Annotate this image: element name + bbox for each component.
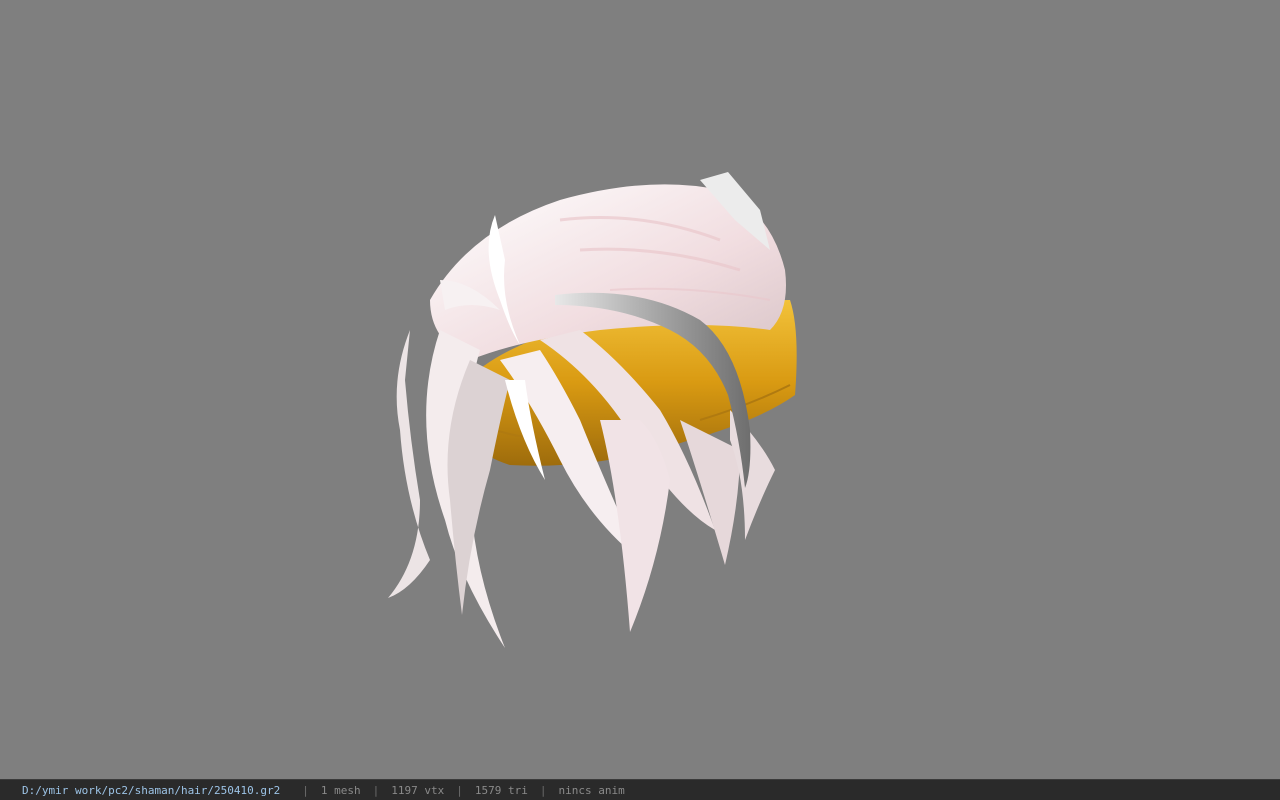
status-bar: D:/ymir work/pc2/shaman/hair/250410.gr2 … bbox=[0, 779, 1280, 800]
separator: | bbox=[302, 783, 309, 797]
3d-viewport[interactable] bbox=[0, 0, 1280, 779]
separator: | bbox=[539, 783, 547, 797]
hair-model-render bbox=[388, 172, 797, 648]
vertex-count: 1197 vtx bbox=[391, 783, 445, 797]
file-path: D:/ymir work/pc2/shaman/hair/250410.gr2 bbox=[22, 783, 281, 797]
animation-status: nincs anim bbox=[558, 783, 625, 797]
triangle-count: 1579 tri bbox=[474, 783, 528, 797]
separator: | bbox=[456, 783, 463, 797]
separator: | bbox=[372, 783, 380, 797]
mesh-count: 1 mesh bbox=[320, 783, 361, 797]
